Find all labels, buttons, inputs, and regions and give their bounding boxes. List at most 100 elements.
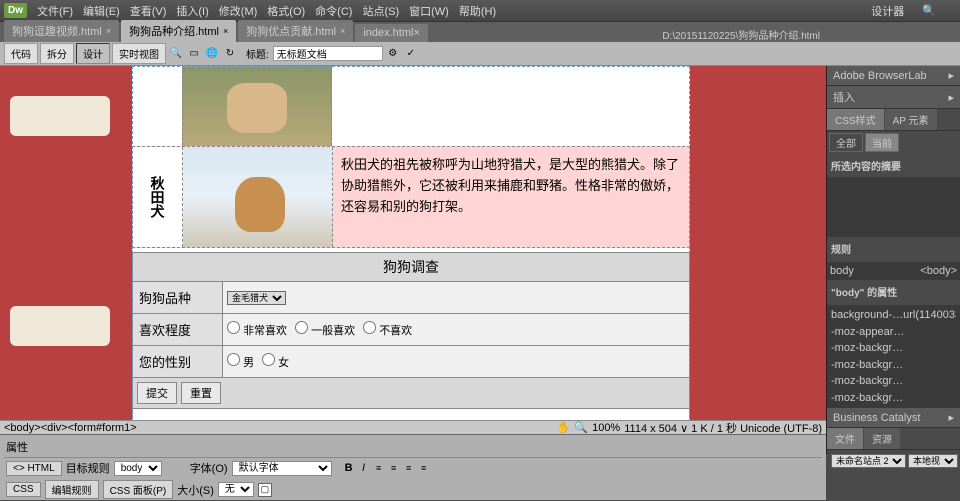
chevron-icon[interactable]: ▸ bbox=[948, 411, 954, 424]
akita-image bbox=[183, 147, 333, 247]
menu-bar: Dw 文件(F) 编辑(E) 查看(V) 插入(I) 修改(M) 格式(O) 命… bbox=[0, 0, 960, 22]
assets-tab[interactable]: 资源 bbox=[864, 428, 900, 449]
align-justify-icon[interactable]: ≡ bbox=[417, 461, 431, 475]
insert-panel[interactable]: 插入▸ bbox=[827, 86, 960, 109]
target-rule-select[interactable]: body bbox=[114, 461, 162, 476]
document-path: D:\20151120225\狗狗品种介绍.html bbox=[662, 27, 820, 42]
document-toolbar: 代码 拆分 设计 实时视图 🔍 ▭ 🌐 ↻ 标题: ⚙ ✓ bbox=[0, 42, 960, 66]
gender-label: 您的性别 bbox=[133, 346, 223, 377]
akita-label: 秋田犬 bbox=[133, 147, 183, 247]
css-panel-button[interactable]: CSS 面板(P) bbox=[103, 480, 174, 499]
file-mgmt-icon[interactable]: ⚙ bbox=[385, 46, 401, 62]
menu-file[interactable]: 文件(F) bbox=[37, 3, 73, 19]
doc-tab-0[interactable]: 狗狗逗趣视频.html× bbox=[4, 20, 119, 42]
survey-form: 狗狗调查 狗狗品种 金毛猎犬 喜欢程度 非常喜欢 一般喜欢 不喜欢 您的性别 bbox=[132, 252, 690, 409]
color-swatch[interactable]: ▢ bbox=[258, 483, 272, 497]
survey-title: 狗狗调查 bbox=[133, 253, 689, 282]
align-right-icon[interactable]: ≡ bbox=[402, 461, 416, 475]
browserlab-panel[interactable]: Adobe BrowserLab▸ bbox=[827, 66, 960, 86]
breed-select[interactable]: 金毛猎犬 bbox=[227, 291, 286, 305]
summary-heading: 所选内容的摘要 bbox=[827, 154, 960, 177]
browser-icon[interactable]: 🌐 bbox=[204, 46, 220, 62]
multiscreen-icon[interactable]: ▭ bbox=[186, 46, 202, 62]
doc-tab-2[interactable]: 狗狗优点贡献.html× bbox=[238, 20, 353, 42]
app-logo: Dw bbox=[4, 3, 27, 18]
view-split-button[interactable]: 拆分 bbox=[40, 43, 74, 64]
align-left-icon[interactable]: ≡ bbox=[372, 461, 386, 475]
like-opt-0[interactable]: 非常喜欢 bbox=[227, 321, 287, 338]
business-catalyst-panel[interactable]: Business Catalyst▸ bbox=[827, 408, 960, 428]
title-label: 标题: bbox=[246, 46, 269, 61]
italic-icon[interactable]: I bbox=[357, 461, 371, 475]
menu-modify[interactable]: 修改(M) bbox=[219, 3, 258, 19]
menu-window[interactable]: 窗口(W) bbox=[409, 3, 449, 19]
akita-description: 秋田犬的祖先被称呼为山地狩猎犬，是大型的熊猎犬。除了协助猎熊外，它还被利用来捕鹿… bbox=[333, 147, 689, 247]
like-opt-1[interactable]: 一般喜欢 bbox=[295, 321, 355, 338]
font-select[interactable]: 默认字体 bbox=[232, 461, 332, 476]
design-canvas[interactable]: DoG DoG DoG DoG 秋田犬 秋田犬的祖先被称呼为山地狩猎犬，是大型的… bbox=[0, 66, 826, 454]
gender-opt-0[interactable]: 男 bbox=[227, 353, 254, 370]
refresh-icon[interactable]: ↻ bbox=[222, 46, 238, 62]
target-rule-label: 目标规则 bbox=[66, 460, 110, 476]
bold-icon[interactable]: B bbox=[342, 461, 356, 475]
menu-site[interactable]: 站点(S) bbox=[362, 3, 399, 19]
size-select[interactable]: 无 bbox=[218, 482, 254, 497]
right-panel-group: Adobe BrowserLab▸ 插入▸ CSS样式 AP 元素 全部 当前 … bbox=[826, 66, 960, 454]
tag-selector[interactable]: <body><div><form#form1> bbox=[4, 422, 137, 434]
align-center-icon[interactable]: ≡ bbox=[387, 461, 401, 475]
files-tab[interactable]: 文件 bbox=[827, 428, 863, 449]
search-icon[interactable]: 🔍 bbox=[922, 4, 936, 17]
zoom-level[interactable]: 100% bbox=[592, 422, 620, 434]
css-property-list[interactable]: background-…url(11400336. -moz-appear… -… bbox=[827, 305, 960, 408]
chevron-icon[interactable]: ▸ bbox=[948, 91, 954, 104]
bg-dog-text: DoG bbox=[30, 71, 78, 98]
font-label: 字体(O) bbox=[190, 460, 228, 476]
rules-heading: 规则 bbox=[827, 237, 960, 260]
validate-icon[interactable]: ✓ bbox=[403, 46, 419, 62]
inspect-icon[interactable]: 🔍 bbox=[168, 46, 184, 62]
edit-rule-button[interactable]: 编辑规则 bbox=[45, 480, 99, 499]
size-label: 大小(S) bbox=[177, 482, 214, 498]
css-styles-tab[interactable]: CSS样式 bbox=[827, 109, 884, 130]
properties-title: 属性 bbox=[4, 437, 822, 458]
document-tabs: 狗狗逗趣视频.html× 狗狗品种介绍.html× 狗狗优点贡献.html× i… bbox=[0, 22, 960, 42]
breed-label: 狗狗品种 bbox=[133, 282, 223, 313]
css-all-tab[interactable]: 全部 bbox=[829, 133, 863, 152]
like-opt-2[interactable]: 不喜欢 bbox=[363, 321, 412, 338]
menu-format[interactable]: 格式(O) bbox=[267, 3, 305, 19]
properties-panel: 属性 <> HTML 目标规则 body 字体(O) 默认字体 B I ≡ ≡ … bbox=[0, 434, 826, 500]
rule-row[interactable]: body<body> bbox=[827, 262, 960, 280]
status-bar: <body><div><form#form1> ✋ 🔍 100% 1114 x … bbox=[0, 420, 826, 434]
view-select[interactable]: 本地视 bbox=[908, 454, 958, 468]
props-heading: "body" 的属性 bbox=[827, 280, 960, 303]
css-mode-button[interactable]: CSS bbox=[6, 482, 41, 497]
reset-button[interactable]: 重置 bbox=[181, 382, 221, 404]
hand-tool-icon[interactable]: ✋ bbox=[557, 421, 571, 434]
close-icon[interactable]: × bbox=[106, 26, 111, 36]
dog-image-top bbox=[182, 66, 332, 146]
view-code-button[interactable]: 代码 bbox=[4, 43, 38, 64]
site-select[interactable]: 未命名站点 2 bbox=[831, 454, 906, 468]
layout-selector[interactable]: 设计器 bbox=[871, 3, 904, 19]
submit-button[interactable]: 提交 bbox=[137, 382, 177, 404]
doc-tab-3[interactable]: index.html× bbox=[355, 24, 428, 42]
zoom-tool-icon[interactable]: 🔍 bbox=[574, 421, 588, 434]
ap-elements-tab[interactable]: AP 元素 bbox=[885, 109, 937, 130]
close-icon[interactable]: × bbox=[223, 26, 228, 36]
title-input[interactable] bbox=[273, 46, 383, 61]
view-live-button[interactable]: 实时视图 bbox=[112, 43, 166, 64]
gender-opt-1[interactable]: 女 bbox=[262, 353, 289, 370]
menu-commands[interactable]: 命令(C) bbox=[315, 3, 352, 19]
css-current-tab[interactable]: 当前 bbox=[865, 133, 899, 152]
html-mode-button[interactable]: <> HTML bbox=[6, 461, 62, 476]
menu-edit[interactable]: 编辑(E) bbox=[83, 3, 120, 19]
chevron-icon[interactable]: ▸ bbox=[948, 69, 954, 82]
menu-help[interactable]: 帮助(H) bbox=[459, 3, 496, 19]
like-label: 喜欢程度 bbox=[133, 314, 223, 345]
doc-tab-1[interactable]: 狗狗品种介绍.html× bbox=[121, 20, 236, 42]
akita-row: 秋田犬 秋田犬的祖先被称呼为山地狩猎犬，是大型的熊猎犬。除了协助猎熊外，它还被利… bbox=[132, 146, 690, 248]
menu-view[interactable]: 查看(V) bbox=[130, 3, 167, 19]
close-icon[interactable]: × bbox=[340, 26, 345, 36]
view-design-button[interactable]: 设计 bbox=[76, 43, 110, 64]
menu-insert[interactable]: 插入(I) bbox=[176, 3, 208, 19]
